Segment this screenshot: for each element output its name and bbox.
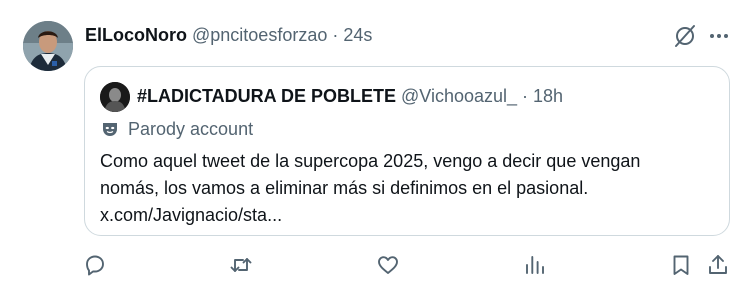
quoted-author-avatar[interactable]: [100, 82, 130, 112]
like-icon[interactable]: [376, 253, 400, 277]
grok-icon[interactable]: [672, 23, 698, 49]
quoted-author-name[interactable]: #LADICTADURA DE POBLETE: [137, 86, 396, 107]
more-icon[interactable]: [706, 23, 732, 49]
bookmark-icon[interactable]: [669, 253, 693, 277]
reply-icon[interactable]: [83, 253, 107, 277]
author-name[interactable]: ElLocoNoro: [85, 25, 187, 46]
quoted-link[interactable]: x.com/Javignacio/sta...: [100, 202, 720, 229]
tweet-header: ElLocoNoro @pncitoesforzao · 24s: [85, 24, 372, 46]
author-handle[interactable]: @pncitoesforzao: [192, 25, 327, 46]
author-avatar[interactable]: [23, 21, 73, 71]
parody-label-text: Parody account: [128, 118, 254, 139]
quoted-time[interactable]: 18h: [533, 86, 563, 107]
parody-mask-icon: [101, 120, 119, 138]
views-icon[interactable]: [523, 253, 547, 277]
quoted-tweet-text: Como aquel tweet de la supercopa 2025, v…: [100, 148, 720, 229]
separator: ·: [332, 24, 339, 45]
quoted-separator: ·: [522, 85, 529, 106]
quoted-author-handle[interactable]: @Vichooazul_: [401, 86, 517, 107]
parody-label: Parody account: [101, 118, 253, 140]
quoted-header: #LADICTADURA DE POBLETE @Vichooazul_ · 1…: [137, 85, 563, 107]
quoted-tweet[interactable]: #LADICTADURA DE POBLETE @Vichooazul_ · 1…: [84, 66, 730, 236]
share-icon[interactable]: [706, 253, 730, 277]
quoted-text-line: Como aquel tweet de la supercopa 2025, v…: [100, 151, 641, 171]
quoted-text-line: nomás, los vamos a eliminar más si defin…: [100, 178, 589, 198]
retweet-icon[interactable]: [229, 253, 253, 277]
tweet-time[interactable]: 24s: [343, 25, 372, 46]
